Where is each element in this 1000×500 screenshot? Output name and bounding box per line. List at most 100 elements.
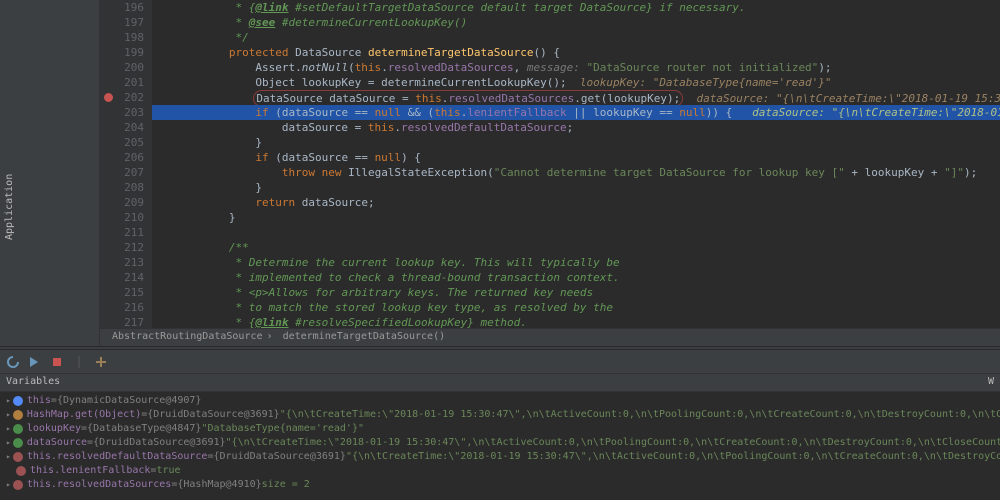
code-line[interactable]: * @see #determineCurrentLookupKey(): [152, 15, 1000, 30]
var-kind-icon: [13, 480, 23, 490]
code-container[interactable]: 1961971981992002012022032042052062072082…: [100, 0, 1000, 328]
line-number[interactable]: 208: [100, 180, 144, 195]
code-line[interactable]: Assert.notNull(this.resolvedDataSources,…: [152, 60, 1000, 75]
line-number[interactable]: 215: [100, 285, 144, 300]
line-number[interactable]: 197: [100, 15, 144, 30]
line-number[interactable]: 204: [100, 120, 144, 135]
code-line[interactable]: * Determine the current lookup key. This…: [152, 255, 1000, 270]
variable-row[interactable]: ▸this.resolvedDataSources = {HashMap@491…: [0, 478, 1000, 492]
var-type: {DynamicDataSource@4907}: [57, 394, 202, 408]
variable-row[interactable]: ▸dataSource = {DruidDataSource@3691} "{\…: [0, 436, 1000, 450]
line-number[interactable]: 209: [100, 195, 144, 210]
line-number[interactable]: 207: [100, 165, 144, 180]
var-value: true: [156, 464, 180, 478]
line-number[interactable]: 200: [100, 60, 144, 75]
expand-arrow-icon[interactable]: ▸: [6, 478, 11, 492]
code-line[interactable]: DataSource dataSource = this.resolvedDat…: [152, 90, 1000, 105]
stop-icon[interactable]: [50, 355, 64, 369]
var-value: "DatabaseType{name='read'}": [201, 422, 364, 436]
code-line[interactable]: dataSource = this.resolvedDefaultDataSou…: [152, 120, 1000, 135]
code-line[interactable]: }: [152, 180, 1000, 195]
var-name: lookupKey: [27, 422, 81, 436]
line-number[interactable]: 212: [100, 240, 144, 255]
side-panel-label[interactable]: Application: [4, 174, 15, 240]
code-body[interactable]: * {@link #setDefaultTargetDataSource def…: [152, 0, 1000, 328]
code-line[interactable]: return dataSource;: [152, 195, 1000, 210]
variable-row[interactable]: ▸HashMap.get(Object) = {DruidDataSource@…: [0, 408, 1000, 422]
line-number[interactable]: 210: [100, 210, 144, 225]
line-number[interactable]: 206: [100, 150, 144, 165]
var-name: dataSource: [27, 436, 87, 450]
code-line[interactable]: * <p>Allows for arbitrary keys. The retu…: [152, 285, 1000, 300]
line-number[interactable]: 199: [100, 45, 144, 60]
code-line[interactable]: throw new IllegalStateException("Cannot …: [152, 165, 1000, 180]
var-kind-icon: [13, 410, 23, 420]
breadcrumb-class[interactable]: AbstractRoutingDataSource: [108, 331, 267, 342]
code-line[interactable]: Object lookupKey = determineCurrentLooku…: [152, 75, 1000, 90]
restart-icon[interactable]: [6, 355, 20, 369]
separator-icon: [72, 355, 86, 369]
var-name: this: [27, 394, 51, 408]
code-line[interactable]: protected DataSource determineTargetData…: [152, 45, 1000, 60]
variable-row[interactable]: ▸this = {DynamicDataSource@4907}: [0, 394, 1000, 408]
variables-body[interactable]: ▸this = {DynamicDataSource@4907}▸HashMap…: [0, 392, 1000, 500]
expand-arrow-icon[interactable]: ▸: [6, 408, 11, 422]
code-line[interactable]: }: [152, 135, 1000, 150]
variable-row[interactable]: this.lenientFallback = true: [0, 464, 1000, 478]
breakpoint-icon[interactable]: [104, 93, 113, 102]
var-value: "{\n\tCreateTime:\"2018-01-19 15:30:47\"…: [226, 436, 1000, 450]
left-side-panel: Application: [0, 0, 100, 346]
variables-header: Variables W: [0, 374, 1000, 392]
eval-icon[interactable]: [94, 355, 108, 369]
code-line[interactable]: * {@link #setDefaultTargetDataSource def…: [152, 0, 1000, 15]
variables-right-label[interactable]: W: [988, 376, 994, 389]
variable-row[interactable]: ▸lookupKey = {DatabaseType@4847} "Databa…: [0, 422, 1000, 436]
line-number[interactable]: 202: [100, 90, 144, 105]
var-name: HashMap.get(Object): [27, 408, 141, 422]
line-number[interactable]: 214: [100, 270, 144, 285]
expand-arrow-icon[interactable]: ▸: [6, 436, 11, 450]
code-line[interactable]: * implemented to check a thread-bound tr…: [152, 270, 1000, 285]
code-line[interactable]: }: [152, 210, 1000, 225]
code-line[interactable]: */: [152, 30, 1000, 45]
expand-arrow-icon[interactable]: ▸: [6, 422, 11, 436]
line-number[interactable]: 196: [100, 0, 144, 15]
code-line[interactable]: * {@link #resolveSpecifiedLookupKey} met…: [152, 315, 1000, 328]
var-kind-icon: [13, 424, 23, 434]
code-line[interactable]: /**: [152, 240, 1000, 255]
line-number[interactable]: 217: [100, 315, 144, 328]
expand-arrow-icon[interactable]: ▸: [6, 394, 11, 408]
editor-region: Application 1961971981992002012022032042…: [0, 0, 1000, 346]
var-name: this.resolvedDataSources: [27, 478, 172, 492]
var-value: size = 2: [262, 478, 310, 492]
var-type: {DatabaseType@4847}: [87, 422, 201, 436]
variable-row[interactable]: ▸this.resolvedDefaultDataSource = {Druid…: [0, 450, 1000, 464]
variables-title: Variables: [6, 376, 60, 389]
var-value: "{\n\tCreateTime:\"2018-01-19 15:30:47\"…: [346, 450, 1000, 464]
line-number[interactable]: 213: [100, 255, 144, 270]
debug-panel: Variables W ▸this = {DynamicDataSource@4…: [0, 350, 1000, 500]
step-icon[interactable]: [28, 355, 42, 369]
var-kind-icon: [13, 438, 23, 448]
expand-arrow-icon[interactable]: ▸: [6, 450, 11, 464]
code-line[interactable]: * to match the stored lookup key type, a…: [152, 300, 1000, 315]
debug-toolbar: [0, 350, 1000, 374]
line-number[interactable]: 201: [100, 75, 144, 90]
code-line[interactable]: if (dataSource == null) {: [152, 150, 1000, 165]
line-number[interactable]: 205: [100, 135, 144, 150]
var-name: this.lenientFallback: [30, 464, 150, 478]
var-type: {DruidDataSource@3691}: [213, 450, 345, 464]
var-type: {HashMap@4910}: [177, 478, 261, 492]
var-kind-icon: [16, 466, 26, 476]
var-type: {DruidDataSource@3691}: [147, 408, 279, 422]
var-kind-icon: [13, 452, 23, 462]
code-line[interactable]: if (dataSource == null && (this.lenientF…: [152, 105, 1000, 120]
code-line[interactable]: [152, 225, 1000, 240]
breadcrumb[interactable]: AbstractRoutingDataSource› determineTarg…: [100, 328, 1000, 346]
line-number[interactable]: 198: [100, 30, 144, 45]
gutter[interactable]: 1961971981992002012022032042052062072082…: [100, 0, 152, 328]
line-number[interactable]: 211: [100, 225, 144, 240]
breadcrumb-method[interactable]: determineTargetDataSource(): [279, 331, 450, 342]
line-number[interactable]: 216: [100, 300, 144, 315]
line-number[interactable]: 203: [100, 105, 144, 120]
